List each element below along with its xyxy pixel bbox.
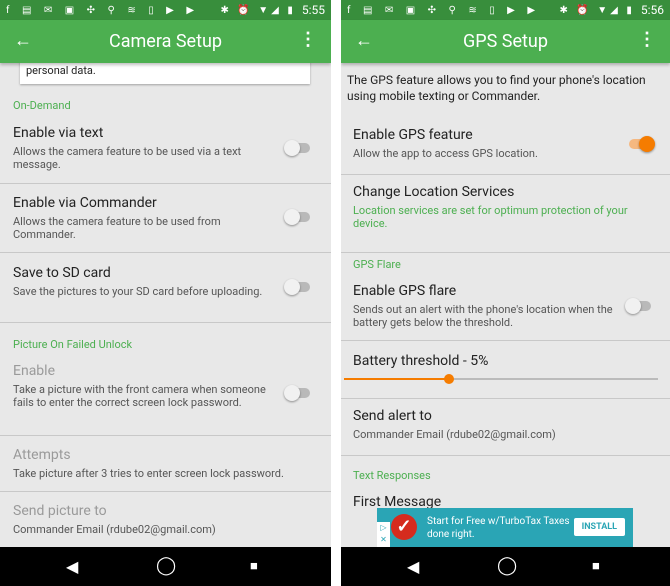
nav-recents-icon[interactable]: ■: [592, 558, 600, 574]
navigation-bar: ◀ ◯ ■: [0, 547, 331, 586]
setting-send-picture-to[interactable]: Send picture to Commander Email (rdube02…: [13, 503, 313, 536]
install-button[interactable]: INSTALL: [573, 518, 625, 536]
toggle-enable-failed-unlock[interactable]: [284, 385, 310, 401]
system-icons: ✱ ⏰ ▼◢ ▮: [220, 4, 296, 16]
setting-enable-gps-flare[interactable]: Enable GPS flare Sends out an alert with…: [353, 283, 613, 329]
divider: [341, 174, 670, 175]
section-failed-unlock: Picture On Failed Unlock: [13, 338, 133, 351]
setting-desc: Save the pictures to your SD card before…: [13, 285, 263, 298]
more-options-icon[interactable]: ⋮: [638, 29, 656, 50]
section-gps-flare: GPS Flare: [353, 258, 401, 271]
setting-desc: Allows the camera feature to be used via…: [13, 145, 242, 171]
turbotax-logo: ✓: [391, 514, 417, 540]
nav-home-icon[interactable]: ◯: [497, 555, 517, 576]
setting-title: Attempts: [13, 447, 71, 463]
nav-back-icon[interactable]: ◀: [407, 557, 419, 576]
setting-save-to-sd[interactable]: Save to SD card Save the pictures to you…: [13, 265, 273, 298]
nav-home-icon[interactable]: ◯: [156, 555, 176, 576]
setting-desc: Sends out an alert with the phone's loca…: [353, 303, 613, 329]
intro-text: The GPS feature allows you to find your …: [347, 73, 646, 103]
toggle-save-to-sd[interactable]: [284, 279, 310, 295]
app-bar: ← GPS Setup ⋮: [341, 20, 670, 63]
divider: [341, 340, 670, 341]
setting-enable-failed-unlock[interactable]: Enable Take a picture with the front cam…: [13, 363, 273, 409]
divider: [341, 398, 670, 399]
setting-title: Enable GPS feature: [353, 127, 473, 143]
setting-desc: Take a picture with the front camera whe…: [13, 383, 266, 409]
setting-enable-via-text[interactable]: Enable via text Allows the camera featur…: [13, 125, 273, 171]
clock: 5:55: [301, 3, 325, 17]
ad-text: Start for Free w/TurboTax Taxes done rig…: [427, 516, 570, 540]
setting-title: Send picture to: [13, 503, 107, 519]
setting-desc: Location services are set for optimum pr…: [353, 204, 628, 230]
more-options-icon[interactable]: ⋮: [299, 29, 317, 50]
camera-setup-screen: f ▤ ✉ ▣ ✣ ⚲ ≋ ▯ ▶ ▶ ✱ ⏰ ▼◢ ▮ 5:55 ← Came…: [0, 0, 331, 586]
setting-desc: Commander Email (rdube02@gmail.com): [13, 523, 216, 536]
toggle-enable-gps-flare[interactable]: [625, 298, 651, 314]
slider-thumb[interactable]: [443, 374, 454, 384]
setting-enable-gps[interactable]: Enable GPS feature Allow the app to acce…: [353, 127, 613, 160]
ad-banner[interactable]: ▷ ✕ ✓ Start for Free w/TurboTax Taxes don…: [377, 508, 633, 547]
setting-title: Enable via text: [13, 125, 104, 141]
card-text: personal data.: [26, 64, 96, 77]
page-title: Camera Setup: [109, 31, 222, 52]
battery-threshold-slider[interactable]: [344, 374, 658, 384]
setting-location-services[interactable]: Change Location Services Location servic…: [353, 184, 653, 230]
section-on-demand: On-Demand: [13, 99, 71, 112]
setting-title: Enable: [13, 363, 55, 379]
setting-desc: Take picture after 3 tries to enter scre…: [13, 467, 284, 480]
divider: [341, 252, 670, 253]
divider: [0, 435, 331, 436]
toggle-enable-via-commander[interactable]: [284, 209, 310, 225]
gps-setup-screen: f ▤ ✉ ▣ ✣ ⚲ ≋ ▯ ▶ ▶ ✱ ⏰ ▼◢ ▮ 5:56 ← GPS …: [341, 0, 670, 586]
battery-threshold-label: Battery threshold - 5%: [353, 353, 489, 369]
page-title: GPS Setup: [463, 31, 548, 52]
divider: [341, 455, 670, 456]
setting-attempts[interactable]: Attempts Take picture after 3 tries to e…: [13, 447, 313, 480]
setting-desc: Commander Email (rdube02@gmail.com): [353, 428, 556, 441]
system-icons: ✱ ⏰ ▼◢ ▮: [559, 4, 635, 16]
notification-icons: f ▤ ✉ ▣ ✣ ⚲ ≋ ▯ ▶ ▶: [6, 4, 200, 16]
toggle-enable-gps[interactable]: [629, 136, 655, 152]
ad-choices-icon[interactable]: ▷ ✕: [377, 522, 390, 547]
navigation-bar: ◀ ◯ ■: [341, 547, 670, 586]
divider: [0, 322, 331, 323]
divider: [0, 252, 331, 253]
setting-desc: Allows the camera feature to be used fro…: [13, 215, 221, 241]
setting-send-alert-to[interactable]: Send alert to Commander Email (rdube02@g…: [353, 408, 653, 441]
clock: 5:56: [640, 3, 664, 17]
setting-title: Enable GPS flare: [353, 283, 457, 299]
section-text-responses: Text Responses: [353, 469, 431, 482]
divider: [0, 491, 331, 492]
toggle-enable-via-text[interactable]: [284, 140, 310, 156]
setting-title: Save to SD card: [13, 265, 111, 281]
setting-desc: Allow the app to access GPS location.: [353, 147, 538, 160]
setting-title: Enable via Commander: [13, 195, 157, 211]
slider-fill: [344, 378, 449, 380]
nav-recents-icon[interactable]: ■: [250, 558, 258, 574]
setting-title: Change Location Services: [353, 184, 515, 200]
notification-icons: f ▤ ✉ ▣ ✣ ⚲ ≋ ▯ ▶ ▶: [347, 4, 541, 16]
setting-enable-via-commander[interactable]: Enable via Commander Allows the camera f…: [13, 195, 273, 241]
status-bar: f ▤ ✉ ▣ ✣ ⚲ ≋ ▯ ▶ ▶ ✱ ⏰ ▼◢ ▮ 5:56: [341, 0, 670, 20]
setting-title: Send alert to: [353, 408, 432, 424]
app-bar: ← Camera Setup ⋮: [0, 20, 331, 63]
status-bar: f ▤ ✉ ▣ ✣ ⚲ ≋ ▯ ▶ ▶ ✱ ⏰ ▼◢ ▮ 5:55: [0, 0, 331, 20]
divider: [0, 183, 331, 184]
nav-back-icon[interactable]: ◀: [66, 557, 78, 576]
